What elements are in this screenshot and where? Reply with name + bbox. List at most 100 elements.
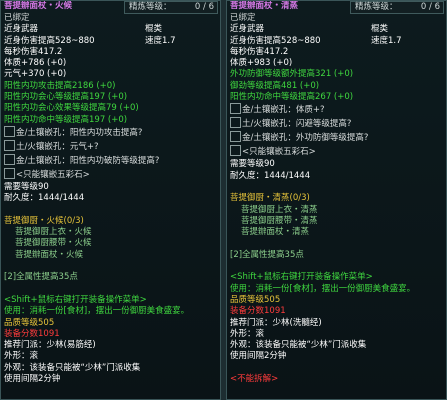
stat-right: 速度1.7 <box>145 35 176 46</box>
stat-text: 每秒伤害417.2 <box>230 46 289 57</box>
stat-line: 耐久度：1444/1444 <box>227 171 446 182</box>
slot-text: 金/土镶嵌孔：外功防御等级提高? <box>242 133 369 144</box>
stat-line: 近身伤害提高528~880 速度1.7 <box>1 36 220 47</box>
stat-text: 装备分数1091 <box>230 306 286 317</box>
stat-text: <Shift+鼠标右键打开装备操作菜单> <box>230 272 373 283</box>
tooltip-panel-right: 菩提辦面杖・清蒸 精炼等级： 0 / 6 已绑定 近身武器 棍类 近身伤害提高528~… <box>226 0 447 400</box>
gem-slot: 金/土镶嵌孔：阳性内功破防等级提高? <box>1 153 220 168</box>
stat-text: 已绑定 <box>4 13 30 23</box>
slot-text: 土/火镶嵌孔：闪避等级提高? <box>242 119 352 130</box>
stat-text: 需要等级90 <box>4 181 49 192</box>
stat-line: 推荐门派：少林(易筋经) <box>1 340 220 351</box>
stat-text: 体质+786 (+0) <box>4 58 67 69</box>
stat-text: 装备分数1091 <box>4 328 60 339</box>
stat-right: 速度1.7 <box>371 35 402 46</box>
refine-label: 精炼等级： <box>129 2 172 12</box>
stat-right: 棍类 <box>145 24 163 35</box>
stat-line: 菩提辦面杖・清蒸 <box>227 227 446 238</box>
stat-line: 已绑定 <box>227 13 446 24</box>
stat-text: 外观：该装备只能被“少林”门派收集 <box>4 362 141 373</box>
stat-line: 品质等级505 <box>227 295 446 306</box>
socket-icon <box>4 153 15 165</box>
stat-line: 体质+786 (+0) <box>1 58 220 69</box>
stat-text: 近身武器 <box>230 24 265 35</box>
stat-line: 耐久度：1444/1444 <box>1 193 220 204</box>
stat-text: 外形：滚 <box>4 351 39 362</box>
stat-line: 需要等级90 <box>1 182 220 193</box>
stat-line: 菩提御厨上衣・清蒸 <box>227 205 446 216</box>
stat-text: 菩提辦面杖・清蒸 <box>241 227 310 238</box>
stat-text: [2]全属性提高35点 <box>4 272 78 283</box>
item-title: 菩提辦面杖・清蒸 精炼等级： 0 / 6 <box>227 1 446 14</box>
stat-line: 推荐门派：少林(洗髓经) <box>227 318 446 329</box>
stat-text: 菩提御厨上衣・火候 <box>15 227 92 238</box>
item-name: 菩提辦面杖・火候 <box>4 1 73 11</box>
stat-line: 品质等级505 <box>1 318 220 329</box>
stat-line: 需要等级90 <box>227 159 446 170</box>
socket-icon <box>230 117 241 129</box>
stat-line: 使用：消耗一份[食材]，摆出一份御厨美食盛宴。 <box>227 284 446 295</box>
item-title: 菩提辦面杖・火候 精炼等级： 0 / 6 <box>1 1 220 14</box>
stat-text: 阳性内功命中等级提高197 (+0) <box>4 114 128 125</box>
socket-icon <box>230 131 241 143</box>
stat-text: 近身伤害提高528~880 <box>4 35 95 46</box>
socket-icon <box>4 125 15 137</box>
slot-text: <只能镶嵌五彩石> <box>242 147 316 158</box>
stat-right: 棍类 <box>371 24 389 35</box>
stat-text: <不能拆解> <box>230 374 279 385</box>
stat-text: 菩提辦面杖・火候 <box>15 249 84 260</box>
slot-text: 金/土镶嵌孔：体质+? <box>242 105 325 116</box>
stat-text: 阳性内功攻击提高2186 (+0) <box>4 80 116 91</box>
stat-text: 耐久度：1444/1444 <box>4 193 85 204</box>
stat-line: 装备分数1091 <box>1 329 220 340</box>
stat-line: 已绑定 <box>1 13 220 24</box>
slot-text: 金/土镶嵌孔：阳性内功破防等级提高? <box>16 155 160 166</box>
item-name: 菩提辦面杖・清蒸 <box>230 1 299 11</box>
stat-line: 外观：该装备只能被“少林”门派收集 <box>1 363 220 374</box>
stat-line: 阳性内功攻击提高2186 (+0) <box>1 81 220 92</box>
stat-line: 菩提御厨・清蒸(0/3) <box>227 193 446 204</box>
stat-text: <Shift+鼠标右键打开装备操作菜单> <box>4 294 147 305</box>
stat-text: 御劲等级提高481 (+0) <box>230 80 320 91</box>
tooltip-panel-left: 菩提辦面杖・火候 精炼等级： 0 / 6 已绑定 近身武器 棍类 近身伤害提高528~… <box>0 0 221 400</box>
stat-line: 外形：滚 <box>227 329 446 340</box>
stat-line: 阳性内功会心等级提高197 (+0) <box>1 92 220 103</box>
refine-label: 精炼等级： <box>355 2 398 12</box>
stat-line: 使用间隔2分钟 <box>1 374 220 385</box>
stat-text: 阳性内功命中等级提高267 (+0) <box>230 92 354 103</box>
stat-line: 阳性内功会心效果等级提高79 (+0) <box>1 103 220 114</box>
stat-line: 每秒伤害417.2 <box>1 47 220 58</box>
stat-text: 品质等级505 <box>4 317 55 328</box>
stat-line: 外功防御等级额外提高321 (+0) <box>227 69 446 80</box>
stat-text: 阳性内功会心等级提高197 (+0) <box>4 92 128 103</box>
stat-text: 每秒伤害417.2 <box>4 46 63 57</box>
stat-text: [2]全属性提高35点 <box>230 249 304 260</box>
colorstone-slot: <只能镶嵌五彩石> <box>1 167 220 182</box>
tooltip-body: 已绑定 近身武器 棍类近身伤害提高528~880 速度1.7 每秒伤害417.2 体质+7… <box>1 13 220 385</box>
stat-text: 外功防御等级额外提高321 (+0) <box>230 69 354 80</box>
gem-slot: 土/火镶嵌孔：元气+? <box>1 139 220 154</box>
stat-line: 菩提御厨上衣・火候 <box>1 227 220 238</box>
stat-text: 耐久度：1444/1444 <box>230 170 311 181</box>
gem-slot: 金/土镶嵌孔：体质+? <box>227 103 446 117</box>
stat-text: 菩提御厨腰带・清蒸 <box>241 215 318 226</box>
stat-text: 近身武器 <box>4 24 39 35</box>
socket-icon <box>230 145 241 157</box>
stat-line: <Shift+鼠标右键打开装备操作菜单> <box>227 272 446 283</box>
refine-value: 0 / 6 <box>420 2 440 12</box>
slot-text: 土/火镶嵌孔：元气+? <box>16 141 99 152</box>
stat-line: 使用：消耗一份[食材]，摆出一份御厨美食盛宴。 <box>1 306 220 317</box>
stat-line: 菩提御厨腰带・清蒸 <box>227 216 446 227</box>
stat-text: 菩提御厨腰带・火候 <box>15 238 92 249</box>
stat-line: 装备分数1091 <box>227 306 446 317</box>
gem-slot: 金/土镶嵌孔：阳性内功攻击提高? <box>1 125 220 140</box>
stat-line: 元气+370 (+0) <box>1 69 220 80</box>
stat-line: <不能拆解> <box>227 374 446 385</box>
stat-line: 阳性内功命中等级提高197 (+0) <box>1 115 220 126</box>
stat-text: 使用间隔2分钟 <box>230 351 287 362</box>
